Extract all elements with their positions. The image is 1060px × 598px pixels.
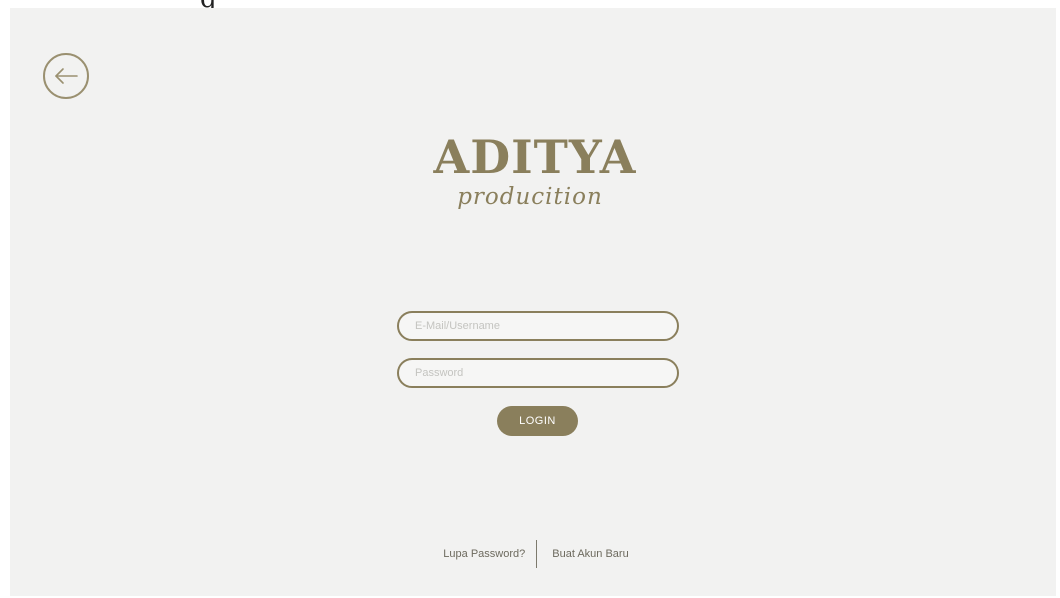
login-button[interactable]: LOGIN xyxy=(497,406,578,436)
password-input[interactable] xyxy=(397,358,679,388)
brand-subtitle: producition xyxy=(457,184,603,210)
back-button[interactable] xyxy=(43,53,89,99)
email-username-input[interactable] xyxy=(397,311,679,341)
brand-title: ADITYA xyxy=(433,130,637,184)
forgot-password-link[interactable]: Lupa Password? xyxy=(443,548,525,560)
create-account-link[interactable]: Buat Akun Baru xyxy=(552,548,628,560)
arrow-left-icon xyxy=(55,68,78,84)
footer-divider xyxy=(536,540,538,568)
footer-links: Lupa Password? Buat Akun Baru xyxy=(0,540,1060,568)
page: g ADITYA producition LOGIN Lupa Password… xyxy=(0,0,1060,598)
login-panel xyxy=(10,8,1056,596)
brand-logo: ADITYA producition xyxy=(0,134,1060,209)
